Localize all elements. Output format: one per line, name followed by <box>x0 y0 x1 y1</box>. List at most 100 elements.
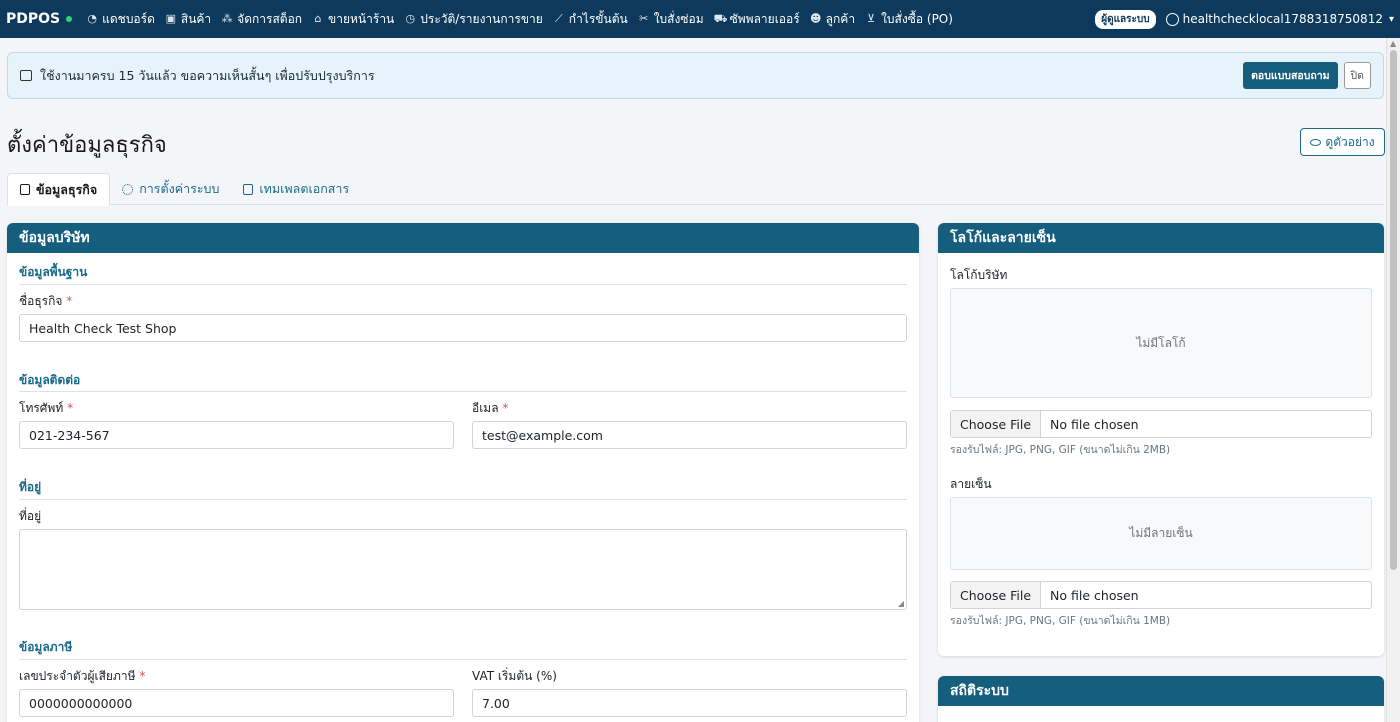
basic-info-section-title: ข้อมูลพื้นฐาน <box>19 265 88 279</box>
logo-file-status: No file chosen <box>1050 416 1139 432</box>
chart-line-icon: ⟋ <box>554 12 563 25</box>
preview-button[interactable]: ดูตัวอย่าง <box>1300 128 1385 156</box>
nav-item-label: ลูกค้า <box>825 11 856 26</box>
page-scrollbar[interactable]: ▲ <box>1386 38 1400 722</box>
tab-label: การตั้งค่าระบบ <box>139 181 220 196</box>
nav-item-9[interactable]: ☻ ลูกค้า <box>810 10 855 29</box>
signature-file-input[interactable]: Choose File No file chosen <box>950 581 1372 609</box>
user-menu[interactable]: healthchecklocal1788318750812 ▾ <box>1165 12 1394 26</box>
role-badge: ผู้ดูแลระบบ <box>1095 9 1156 29</box>
comment-icon <box>20 70 32 81</box>
nav-menu: ◔ แดชบอร์ด ▣ สินค้า ⁂ จัดการสต็อก ⌂ ขายหน้าร้าน… <box>86 10 1095 29</box>
nav-item-8[interactable]: ⛟ ซัพพลายเออร์ <box>714 10 800 29</box>
email-label: อีเมล * <box>472 401 509 415</box>
system-stats-card: สถิติระบบ <box>938 676 1384 722</box>
tax-section-title: ข้อมูลภาษี <box>19 640 73 654</box>
nav-item-10[interactable]: ⊻ ใบสั่งซื้อ (PO) <box>865 10 953 29</box>
nav-item-1[interactable]: ◔ แดชบอร์ด <box>86 10 155 29</box>
signature-label: ลายเซ็น <box>950 477 992 491</box>
nav-item-5[interactable]: ◷ ประวัติ/รายงานการขาย <box>404 10 543 29</box>
address-section-title: ที่อยู่ <box>19 480 42 494</box>
signature-preview: ไม่มีลายเซ็น <box>950 497 1372 570</box>
company-info-card: ข้อมูลบริษัท ข้อมูลพื้นฐาน ชื่อธุรกิจ * … <box>7 223 919 722</box>
tax-id-input[interactable]: 0000000000000 <box>19 689 454 717</box>
box-icon: ▣ <box>165 12 177 25</box>
tax-id-label: เลขประจำตัวผู้เสียภาษี * <box>19 669 146 683</box>
vat-input[interactable]: 7.00 <box>472 689 907 717</box>
nav-item-label: สินค้า <box>180 11 212 26</box>
brand-name: PDPOS <box>6 11 61 27</box>
company-card-header: ข้อมูลบริษัท <box>7 223 919 253</box>
logo-preview: ไม่มีโลโก้ <box>950 288 1372 398</box>
gear-icon <box>122 183 134 195</box>
truck-icon: ⛟ <box>713 12 728 25</box>
nav-item-4[interactable]: ⌂ ขายหน้าร้าน <box>312 10 395 29</box>
user-circle-icon <box>1165 12 1179 26</box>
nav-item-7[interactable]: ✂ ใบสั่งซ่อม <box>638 10 704 29</box>
top-navbar: PDPOS ◔ แดชบอร์ด ▣ สินค้า ⁂ จัดการสต็อก ⌂ ขายหน… <box>0 0 1400 38</box>
nav-item-label: แดชบอร์ด <box>102 11 155 26</box>
tab-system-settings[interactable]: การตั้งค่าระบบ <box>110 173 231 205</box>
resize-handle-icon[interactable]: ◢ <box>898 599 904 608</box>
brand-logo[interactable]: PDPOS <box>6 11 73 27</box>
cubes-icon: ⁂ <box>221 12 233 25</box>
section-divider <box>19 284 907 285</box>
signature-hint: รองรับไฟล์: JPG, PNG, GIF (ขนาดไม่เกิน 1… <box>950 615 1171 627</box>
signature-empty-text: ไม่มีลายเซ็น <box>1129 526 1193 540</box>
cart-icon: ⊻ <box>867 12 876 25</box>
email-input[interactable]: test@example.com <box>472 421 907 449</box>
nav-item-label: ใบสั่งซื้อ (PO) <box>881 11 953 26</box>
section-divider <box>19 391 907 392</box>
scroll-up-arrow-icon[interactable]: ▲ <box>1390 39 1396 48</box>
address-textarea[interactable]: ◢ <box>19 529 907 610</box>
nav-item-label: ประวัติ/รายงานการขาย <box>420 11 543 26</box>
section-divider <box>19 499 907 500</box>
section-divider <box>19 659 907 660</box>
nav-item-label: ซัพพลายเออร์ <box>729 11 800 26</box>
logo-empty-text: ไม่มีโลโก้ <box>1136 335 1186 350</box>
nav-item-6[interactable]: ⟋ กำไรขั้นต้น <box>553 10 628 29</box>
survey-button[interactable]: ตอบแบบสอบถาม <box>1243 62 1338 89</box>
building-icon <box>20 184 30 195</box>
chevron-down-icon: ▾ <box>1388 13 1394 25</box>
address-label: ที่อยู่ <box>19 509 42 523</box>
tab-label: เทมเพลตเอกสาร <box>259 181 350 196</box>
users-icon: ☻ <box>809 12 822 25</box>
business-name-input[interactable]: Health Check Test Shop <box>19 314 907 342</box>
scrollbar-thumb[interactable] <box>1390 50 1397 570</box>
tools-icon: ✂ <box>639 12 649 25</box>
tab-business-info[interactable]: ข้อมูลธุรกิจ <box>7 173 111 206</box>
nav-item-label: ใบสั่งซ่อม <box>653 11 704 26</box>
document-icon <box>243 183 254 195</box>
eye-icon <box>1310 138 1322 146</box>
phone-input[interactable]: 021-234-567 <box>19 421 454 449</box>
tab-label: ข้อมูลธุรกิจ <box>36 181 98 197</box>
username: healthchecklocal1788318750812 <box>1182 12 1383 26</box>
nav-item-2[interactable]: ▣ สินค้า <box>165 10 212 29</box>
signature-file-status: No file chosen <box>1050 587 1139 603</box>
business-name-label: ชื่อธุรกิจ * <box>19 294 73 308</box>
phone-label: โทรศัพท์ * <box>19 401 74 415</box>
page-title: ตั้งค่าข้อมูลธุรกิจ <box>7 133 167 158</box>
feedback-alert: ใช้งานมาครบ 15 วันแล้ว ขอความเห็นสั้นๆ เ… <box>7 52 1384 99</box>
logo-choose-file-button[interactable]: Choose File <box>951 411 1042 437</box>
signature-choose-file-button[interactable]: Choose File <box>951 582 1042 608</box>
contact-section-title: ข้อมูลติดต่อ <box>19 373 81 387</box>
store-icon: ⌂ <box>314 12 322 25</box>
logo-file-input[interactable]: Choose File No file chosen <box>950 410 1372 438</box>
vat-label: VAT เริ่มต้น (%) <box>472 669 557 683</box>
online-status-dot <box>66 16 73 22</box>
clock-icon: ◷ <box>405 12 416 25</box>
logo-card-header: โลโก้และลายเซ็น <box>938 223 1384 253</box>
dashboard-icon: ◔ <box>87 12 97 25</box>
logo-signature-card: โลโก้และลายเซ็น โลโก้บริษัท ไม่มีโลโก้ C… <box>938 223 1384 656</box>
nav-right: ผู้ดูแลระบบ healthchecklocal178831875081… <box>1095 9 1394 29</box>
tab-document-templates[interactable]: เทมเพลตเอกสาร <box>231 173 361 205</box>
alert-message: ใช้งานมาครบ 15 วันแล้ว ขอความเห็นสั้นๆ เ… <box>40 67 375 83</box>
settings-tabs: ข้อมูลธุรกิจ การตั้งค่าระบบ เทมเพลตเอกสา… <box>7 173 1384 206</box>
nav-item-label: ขายหน้าร้าน <box>328 11 395 26</box>
close-alert-button[interactable]: ปิด <box>1343 62 1371 89</box>
logo-hint: รองรับไฟล์: JPG, PNG, GIF (ขนาดไม่เกิน 2… <box>950 444 1171 456</box>
nav-item-3[interactable]: ⁂ จัดการสต็อก <box>221 10 302 29</box>
stats-card-header: สถิติระบบ <box>938 676 1384 706</box>
